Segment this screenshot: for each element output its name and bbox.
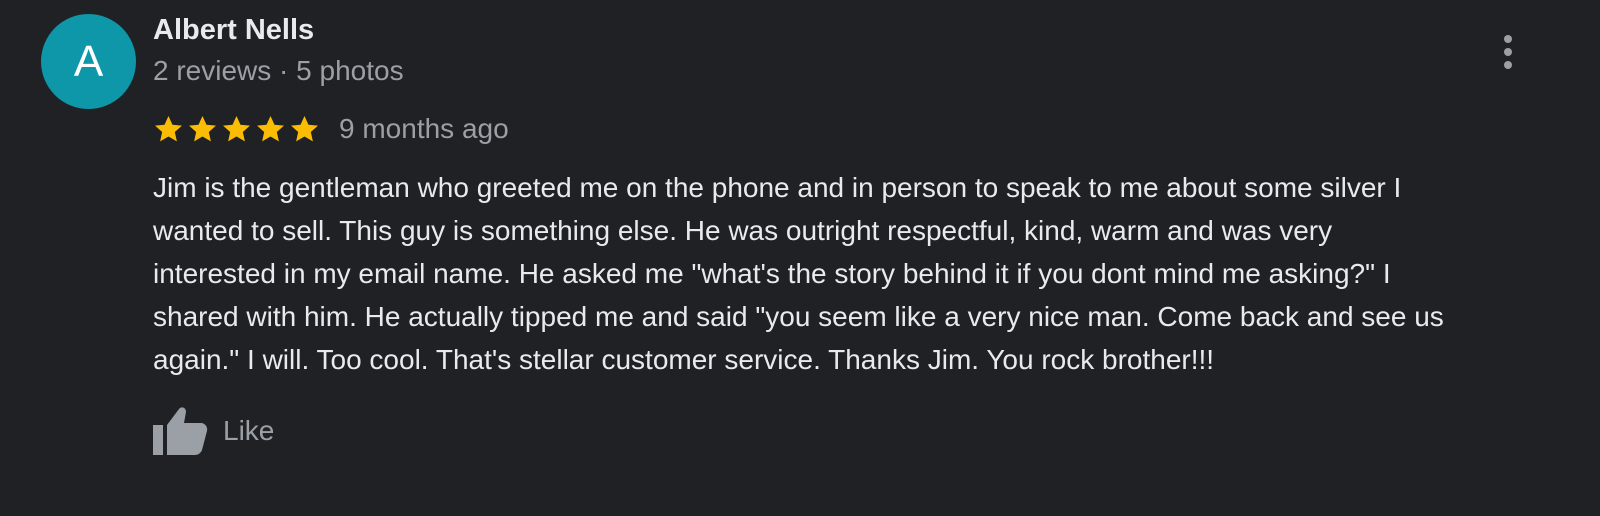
star-icon [223, 115, 250, 141]
review-text-line: again." I will. Too cool. That's stellar… [153, 344, 1215, 375]
author-name[interactable]: Albert Nells [153, 14, 314, 47]
author-avatar[interactable]: A [41, 14, 136, 109]
star-icon [155, 115, 182, 141]
review-text-line: Jim is the gentleman who greeted me on t… [153, 172, 1402, 203]
thumbs-up-icon [153, 407, 208, 455]
avatar-initial: A [73, 36, 104, 86]
star-icon [189, 115, 216, 141]
more-options-button[interactable] [1490, 30, 1526, 74]
review-text-line: shared with him. He actually tipped me a… [153, 301, 1444, 332]
star-icon [291, 115, 318, 141]
review-text-line: interested in my email name. He asked me… [153, 258, 1391, 289]
star-rating [152, 113, 321, 146]
like-button[interactable]: Like [151, 403, 274, 459]
star-icon [257, 115, 284, 141]
review-text-line: wanted to sell. This guy is something el… [153, 215, 1333, 246]
review-text: Jim is the gentleman who greeted me on t… [153, 166, 1600, 381]
review-time: 9 months ago [339, 113, 509, 144]
rating-row: 9 months ago [152, 110, 509, 148]
review-card: A Albert Nells 2 reviews · 5 photos 9 mo… [0, 0, 1600, 516]
like-label: Like [223, 415, 275, 446]
more-vert-icon [1504, 35, 1512, 69]
author-meta: 2 reviews · 5 photos [153, 55, 404, 86]
